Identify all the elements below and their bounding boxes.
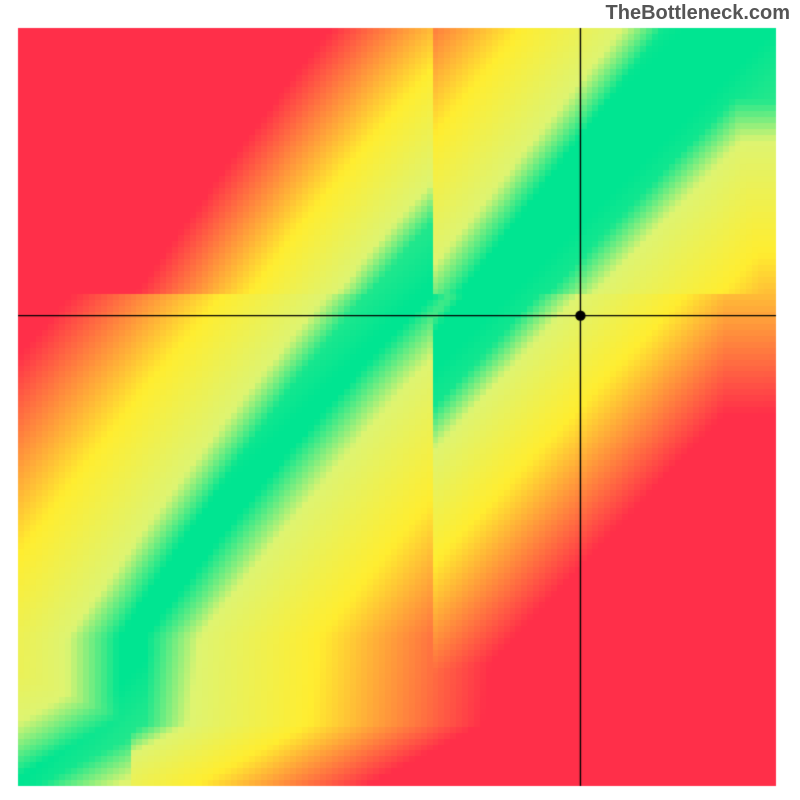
- heatmap-canvas: [0, 0, 800, 800]
- watermark-text: TheBottleneck.com: [606, 2, 790, 25]
- chart-container: TheBottleneck.com: [0, 0, 800, 800]
